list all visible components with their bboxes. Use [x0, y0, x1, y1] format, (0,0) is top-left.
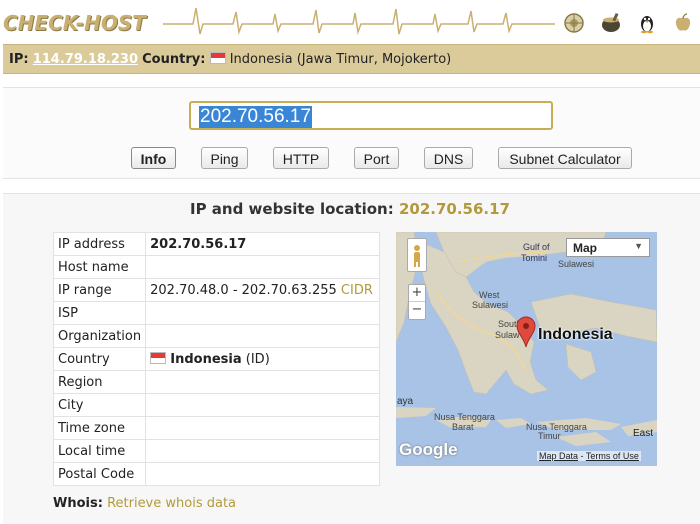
map-label-west-sulawesi: Sulawesi [472, 300, 509, 310]
city-value [145, 393, 381, 417]
postal-code-label: Postal Code [52, 462, 147, 486]
ip-address-value: 202.70.56.17 [145, 232, 381, 256]
map-label-timur: Timur [538, 431, 561, 441]
country-row-cell: Indonesia (ID) [145, 347, 381, 371]
ip-info-table: IP address 202.70.56.17 Host name IP ran… [52, 232, 381, 486]
site-logo[interactable]: CHECK-HOST [3, 11, 146, 35]
ip-range-label: IP range [52, 278, 147, 302]
whois-label: Whois: [53, 496, 103, 511]
city-label: City [52, 393, 147, 417]
indonesia-flag-icon [209, 52, 226, 64]
map-label-barat: Barat [452, 422, 474, 432]
tab-http[interactable]: HTTP [273, 147, 329, 169]
street-view-pegman-icon[interactable] [407, 238, 427, 272]
ip-range-value: 202.70.48.0 - 202.70.63.255 [150, 282, 337, 298]
map-type-value: Map [573, 241, 597, 255]
site-header: CHECK-HOST [0, 0, 700, 42]
host-name-label: Host name [52, 255, 147, 279]
google-logo[interactable]: Google [399, 440, 458, 460]
map-data-link[interactable]: Map Data [539, 451, 578, 461]
result-title-host: 202.70.56.17 [398, 200, 510, 218]
country-row-value: Indonesia [170, 351, 242, 367]
local-time-label: Local time [52, 439, 147, 463]
zoom-control: + − [408, 284, 426, 320]
table-row: Postal Code [52, 462, 381, 486]
indonesia-flag-icon [150, 351, 167, 364]
table-row: Region [52, 370, 381, 394]
table-row: IP range 202.70.48.0 - 202.70.63.255 CID… [52, 278, 381, 302]
heartbeat-line-decoration [163, 7, 555, 35]
time-zone-value [145, 416, 381, 440]
result-title: IP and website location: 202.70.56.17 [0, 200, 700, 218]
ip-label: IP: [9, 52, 29, 67]
isp-label: ISP [52, 301, 147, 325]
visitor-ip-link[interactable]: 114.79.18.230 [33, 52, 138, 67]
region-label: Region [52, 370, 147, 394]
visitor-ip-bar: IP: 114.79.18.230 Country: Indonesia (Ja… [3, 44, 700, 74]
table-row: Organization [52, 324, 381, 348]
local-time-value [145, 439, 381, 463]
map-label-sulawesi: Sulawesi [558, 259, 595, 269]
zoom-out-button[interactable]: − [409, 302, 425, 318]
organization-value [145, 324, 381, 348]
host-input-value[interactable]: 202.70.56.17 [199, 106, 312, 128]
visitor-country-value: Indonesia (Jawa Timur, Mojokerto) [229, 52, 452, 67]
map-footer: Map Data - Terms of Use [537, 451, 641, 461]
map-footer-separator: - [578, 451, 586, 461]
tab-info[interactable]: Info [131, 147, 176, 169]
tab-port[interactable]: Port [354, 147, 399, 169]
organization-label: Organization [52, 324, 147, 348]
country-code: (ID) [245, 351, 270, 367]
host-input[interactable]: 202.70.56.17 [189, 101, 553, 130]
map-label-aya: aya [397, 396, 414, 407]
map-label-tomini: Tomini [521, 253, 548, 263]
postal-code-value [145, 462, 381, 486]
tab-dns[interactable]: DNS [424, 147, 473, 169]
map-marker-label: Indonesia [538, 326, 613, 343]
map-type-select[interactable]: Map ▼ [566, 238, 650, 257]
map-marker-icon[interactable] [516, 316, 536, 348]
result-title-label: IP and website location: [190, 200, 394, 218]
chevron-down-icon: ▼ [634, 241, 643, 251]
linux-penguin-icon[interactable] [636, 12, 658, 34]
zoom-in-button[interactable]: + [409, 285, 425, 302]
time-zone-label: Time zone [52, 416, 147, 440]
apple-icon[interactable] [672, 12, 694, 34]
tab-ping[interactable]: Ping [201, 147, 248, 169]
cauldron-icon[interactable] [600, 12, 622, 34]
country-label: Country: [142, 52, 206, 67]
isp-value [145, 301, 381, 325]
table-row: IP address 202.70.56.17 [52, 232, 381, 256]
cidr-link[interactable]: CIDR [341, 283, 373, 298]
host-name-value [145, 255, 381, 279]
globe-icon[interactable] [563, 12, 585, 34]
whois-row: Whois: Retrieve whois data [53, 496, 236, 511]
table-row: Local time [52, 439, 381, 463]
terms-of-use-link[interactable]: Terms of Use [586, 451, 639, 461]
map-label-gulf: Gulf of [523, 242, 550, 252]
ip-address-label: IP address [52, 232, 147, 256]
table-row: ISP [52, 301, 381, 325]
table-row: Time zone [52, 416, 381, 440]
location-map[interactable]: Gulf of Tomini Sulawesi West Sulawesi So… [396, 232, 657, 466]
table-row: City [52, 393, 381, 417]
region-value [145, 370, 381, 394]
map-label-nusa-tenggara-barat: Nusa Tenggara [434, 412, 495, 422]
tab-subnet-calculator[interactable]: Subnet Calculator [498, 147, 632, 169]
map-label-west: West [479, 290, 500, 300]
table-row: Host name [52, 255, 381, 279]
table-row: Country Indonesia (ID) [52, 347, 381, 371]
map-label-east: East [633, 428, 654, 439]
country-row-label: Country [52, 347, 147, 371]
ip-range-cell: 202.70.48.0 - 202.70.63.255 CIDR [145, 278, 381, 302]
retrieve-whois-link[interactable]: Retrieve whois data [107, 496, 236, 511]
